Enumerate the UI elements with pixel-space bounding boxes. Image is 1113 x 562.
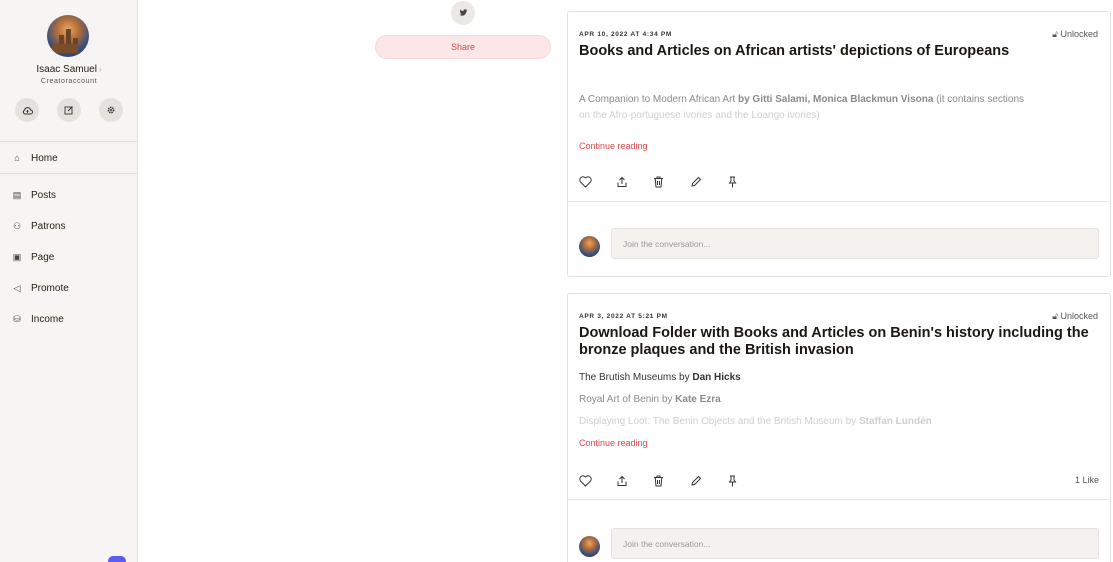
excerpt-text: on the Afro-portuguese ivories and the L… xyxy=(579,110,820,121)
post-excerpt: The Brutish Museums by Dan Hicks Royal A… xyxy=(579,367,1104,433)
pin-icon[interactable] xyxy=(727,473,764,489)
post-card: APR 3, 2022 AT 5:21 PM 🔓︎ Unlocked Downl… xyxy=(567,293,1111,562)
profile-actions xyxy=(15,98,123,122)
gear-icon[interactable] xyxy=(99,98,123,122)
post-actions xyxy=(579,174,764,190)
unlocked-label: Unlocked xyxy=(1060,29,1098,39)
sidebar-item-home[interactable]: ⌂ Home xyxy=(0,148,137,168)
sidebar-divider xyxy=(0,173,137,174)
sidebar-item-posts[interactable]: ▤ Posts xyxy=(0,185,137,205)
share-button[interactable]: Share xyxy=(375,35,551,59)
chevron-right-icon: › xyxy=(98,65,102,74)
sidebar-item-label: Posts xyxy=(31,189,57,201)
promote-icon: ◁ xyxy=(13,282,21,293)
sidebar-item-label: Promote xyxy=(31,282,69,294)
excerpt-text: (it contains sections xyxy=(933,94,1025,105)
post-date: APR 3, 2022 AT 5:21 PM xyxy=(579,313,668,320)
comment-input[interactable]: Join the conversation... xyxy=(611,228,1099,259)
sidebar-item-label: Page xyxy=(31,251,55,263)
sidebar-item-label: Income xyxy=(31,313,64,325)
excerpt-text: Displaying Loot: The Benin Objects and t… xyxy=(579,416,859,427)
like-count[interactable]: 1 Like xyxy=(1075,475,1099,485)
notification-badge[interactable] xyxy=(108,556,126,562)
post-excerpt: A Companion to Modern African Art by Git… xyxy=(579,92,1104,124)
post-title[interactable]: Books and Articles on African artists' d… xyxy=(579,43,1104,60)
comment-avatar xyxy=(579,236,600,257)
post-title[interactable]: Download Folder with Books and Articles … xyxy=(579,325,1104,359)
edit-icon[interactable] xyxy=(57,98,81,122)
excerpt-text: A Companion to Modern African Art xyxy=(579,94,738,105)
sidebar-item-label: Home xyxy=(31,152,58,164)
trash-icon[interactable] xyxy=(653,174,690,190)
like-icon[interactable] xyxy=(579,174,616,190)
excerpt-text: Royal Art of Benin by xyxy=(579,394,676,405)
comment-input[interactable]: Join the conversation... xyxy=(611,528,1099,559)
excerpt-author: Staffan Lundén xyxy=(858,416,932,427)
post-divider xyxy=(568,499,1110,500)
post-divider xyxy=(568,201,1110,202)
unlock-icon: 🔓︎ xyxy=(1052,29,1058,39)
profile-avatar[interactable] xyxy=(47,15,89,57)
sidebar-item-promote[interactable]: ◁ Promote xyxy=(0,278,137,298)
unlocked-label: Unlocked xyxy=(1060,311,1098,321)
excerpt-author: by Gitti Salami, Monica Blackmun Visona xyxy=(737,94,934,105)
post-card: APR 10, 2022 AT 4:34 PM 🔓︎ Unlocked Book… xyxy=(567,11,1111,277)
share-icon[interactable] xyxy=(616,174,653,190)
sidebar: Isaac Samuel › Creatoraccount ⌂ Home ▤ Post… xyxy=(0,0,138,562)
cloud-upload-icon[interactable] xyxy=(15,98,39,122)
pencil-icon[interactable] xyxy=(690,174,727,190)
sidebar-item-patrons[interactable]: ⚇ Patrons xyxy=(0,216,137,236)
post-date: APR 10, 2022 AT 4:34 PM xyxy=(579,31,673,38)
pin-icon[interactable] xyxy=(727,174,764,190)
share-icon[interactable] xyxy=(616,473,653,489)
unlocked-badge: 🔓︎ Unlocked xyxy=(1052,311,1098,322)
trash-icon[interactable] xyxy=(653,473,690,489)
excerpt-text: The Brutish Museums by xyxy=(579,372,693,383)
like-icon[interactable] xyxy=(579,473,616,489)
income-icon: ⛁ xyxy=(13,313,21,324)
profile-subtitle: Creatoraccount xyxy=(40,78,98,85)
posts-icon: ▤ xyxy=(12,189,22,200)
twitter-icon[interactable] xyxy=(451,1,475,25)
home-icon: ⌂ xyxy=(14,153,20,163)
post-actions xyxy=(579,473,764,489)
continue-reading-link[interactable]: Continue reading xyxy=(579,438,648,448)
unlocked-badge: 🔓︎ Unlocked xyxy=(1052,29,1098,40)
pencil-icon[interactable] xyxy=(690,473,727,489)
profile-name-row[interactable]: Isaac Samuel › xyxy=(0,64,138,75)
sidebar-item-page[interactable]: ▣ Page xyxy=(0,247,137,267)
page-icon: ▣ xyxy=(12,251,22,262)
profile-name: Isaac Samuel xyxy=(36,64,97,75)
unlock-icon: 🔓︎ xyxy=(1052,311,1058,321)
sidebar-divider xyxy=(0,141,137,142)
sidebar-item-income[interactable]: ⛁ Income xyxy=(0,309,137,329)
excerpt-author: Dan Hicks xyxy=(692,372,741,383)
excerpt-author: Kate Ezra xyxy=(675,394,721,405)
comment-avatar xyxy=(579,536,600,557)
sidebar-item-label: Patrons xyxy=(31,220,66,232)
patrons-icon: ⚇ xyxy=(12,220,22,231)
continue-reading-link[interactable]: Continue reading xyxy=(579,141,648,151)
